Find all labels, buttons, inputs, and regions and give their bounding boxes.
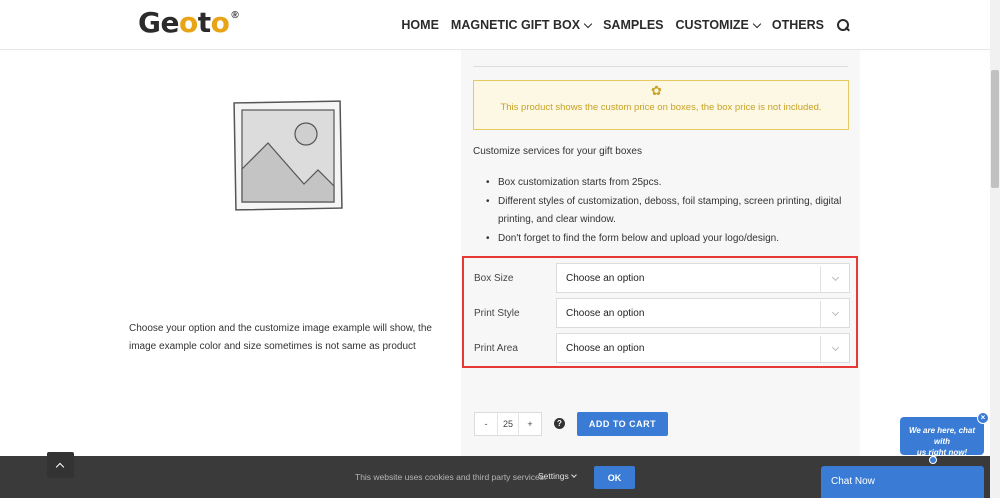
chevron-down-icon (570, 472, 577, 478)
chevron-down-icon (831, 273, 840, 282)
select-divider (820, 301, 821, 327)
customize-heading: Customize services for your gift boxes (473, 146, 642, 157)
notice-text: This product shows the custom price on b… (500, 102, 822, 113)
list-item: Different styles of customization, debos… (486, 193, 850, 230)
cookie-ok-button[interactable]: OK (594, 466, 635, 489)
site-header: Geoto ® HOME MAGNETIC GIFT BOX SAMPLES C… (0, 0, 990, 50)
site-logo[interactable]: Geoto ® (138, 4, 239, 44)
box-size-select[interactable]: Choose an option (556, 263, 850, 293)
print-style-label: Print Style (474, 307, 520, 319)
quantity-increase-button[interactable]: + (519, 413, 541, 435)
chat-now-button[interactable]: Chat Now (821, 466, 984, 498)
quantity-stepper: - 25 + (474, 412, 542, 436)
chevron-down-icon (831, 308, 840, 317)
print-style-select[interactable]: Choose an option (556, 298, 850, 328)
list-item: Don't forget to find the form below and … (486, 230, 850, 249)
nav-others[interactable]: OTHERS (772, 18, 824, 32)
option-row-print-style: Print Style Choose an option (474, 298, 850, 328)
chevron-down-icon (831, 343, 840, 352)
print-style-value: Choose an option (566, 307, 645, 319)
nav-customize[interactable]: CUSTOMIZE (676, 18, 762, 32)
variation-options: Box Size Choose an option Print Style Ch… (462, 256, 858, 368)
help-icon[interactable]: ? (554, 418, 565, 429)
chat-indicator-dot (929, 456, 937, 464)
chat-prompt-line1: We are here, chat with (908, 426, 976, 446)
option-row-print-area: Print Area Choose an option (474, 333, 850, 363)
nav-samples[interactable]: SAMPLES (603, 18, 663, 32)
search-icon[interactable] (836, 18, 850, 32)
price-notice: ✿ This product shows the custom price on… (473, 80, 849, 130)
close-icon[interactable]: × (977, 412, 989, 424)
chevron-down-icon (583, 19, 593, 28)
scrollbar-thumb[interactable] (991, 70, 999, 188)
add-to-cart-button[interactable]: ADD TO CART (577, 412, 668, 436)
page-scrollbar[interactable] (990, 0, 1000, 498)
image-placeholder-icon (233, 100, 343, 211)
customize-list: Box customization starts from 25pcs. Dif… (486, 174, 850, 249)
chevron-up-icon (55, 462, 65, 472)
print-area-value: Choose an option (566, 342, 645, 354)
chat-prompt-line2: us right now! (916, 448, 968, 457)
main-nav: HOME MAGNETIC GIFT BOX SAMPLES CUSTOMIZE… (401, 0, 850, 50)
logo-wordmark: Geoto (138, 6, 230, 39)
cookie-settings-link[interactable]: Settings (538, 471, 577, 481)
nav-home[interactable]: HOME (401, 18, 439, 32)
select-divider (820, 336, 821, 362)
quantity-input[interactable]: 25 (497, 413, 519, 435)
gear-icon: ✿ (651, 83, 662, 98)
select-divider (820, 266, 821, 292)
quantity-decrease-button[interactable]: - (475, 413, 497, 435)
option-row-box-size: Box Size Choose an option (474, 263, 850, 293)
chevron-down-icon (752, 19, 762, 28)
image-caption: Choose your option and the customize ima… (129, 323, 432, 352)
box-size-label: Box Size (474, 272, 514, 284)
print-area-label: Print Area (474, 342, 518, 354)
chat-prompt-bubble[interactable]: We are here, chat with us right now! (900, 417, 984, 457)
nav-magnetic-gift-box[interactable]: MAGNETIC GIFT BOX (451, 18, 593, 32)
list-item: Box customization starts from 25pcs. (486, 174, 850, 193)
cookie-text: This website uses cookies and third part… (355, 472, 547, 482)
box-size-value: Choose an option (566, 272, 645, 284)
divider (473, 66, 848, 67)
scroll-to-top-button[interactable] (47, 452, 74, 478)
print-area-select[interactable]: Choose an option (556, 333, 850, 363)
logo-registered-mark: ® (231, 10, 239, 21)
